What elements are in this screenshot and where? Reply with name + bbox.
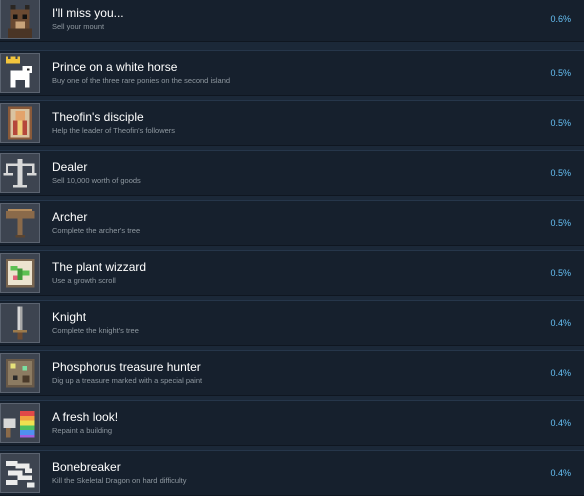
achievement-row[interactable]: Knight Complete the knight's tree 0.4%: [0, 300, 584, 346]
achievement-row[interactable]: Theofin's disciple Help the leader of Th…: [0, 100, 584, 146]
achievement-description: Sell your mount: [52, 22, 105, 31]
achievement-percent: 0.5%: [550, 118, 571, 128]
achievement-percent: 0.4%: [550, 368, 571, 378]
achievement-name: Knight: [52, 310, 87, 324]
achievement-name: A fresh look!: [52, 410, 119, 424]
paint-roller-icon: [0, 403, 40, 443]
achievement-description: Sell 10,000 worth of goods: [52, 176, 141, 185]
plant-scroll-icon: [0, 253, 40, 293]
achievement-row[interactable]: Bonebreaker Kill the Skeletal Dragon on …: [0, 450, 584, 496]
achievement-percent: 0.5%: [550, 218, 571, 228]
scales-icon: [0, 153, 40, 193]
achievement-percent: 0.5%: [550, 268, 571, 278]
achievement-description: Repaint a building: [52, 426, 113, 435]
achievement-percent: 0.4%: [550, 468, 571, 478]
achievement-name: Phosphorus treasure hunter: [52, 360, 201, 374]
achievement-name: Archer: [52, 210, 88, 224]
achievement-row[interactable]: Phosphorus treasure hunter Dig up a trea…: [0, 350, 584, 396]
achievement-name: Theofin's disciple: [52, 110, 144, 124]
crossbow-icon: [0, 203, 40, 243]
achievement-row[interactable]: Dealer Sell 10,000 worth of goods 0.5%: [0, 150, 584, 196]
achievement-row[interactable]: Prince on a white horse Buy one of the t…: [0, 50, 584, 96]
achievement-row[interactable]: Archer Complete the archer's tree 0.5%: [0, 200, 584, 246]
achievement-name: Bonebreaker: [52, 460, 121, 474]
achievement-description: Complete the knight's tree: [52, 326, 139, 335]
achievement-percent: 0.5%: [550, 168, 571, 178]
achievement-description: Complete the archer's tree: [52, 226, 141, 235]
achievement-name: The plant wizzard: [52, 260, 147, 274]
achievement-description: Buy one of the three rare ponies on the …: [52, 76, 231, 85]
achievement-row[interactable]: A fresh look! Repaint a building 0.4%: [0, 400, 584, 446]
horse-head-icon: [0, 0, 40, 39]
achievement-description: Dig up a treasure marked with a special …: [52, 376, 203, 385]
treasure-map-icon: [0, 353, 40, 393]
achievement-percent: 0.4%: [550, 418, 571, 428]
achievement-description: Help the leader of Theofin's followers: [52, 126, 176, 135]
portrait-icon: [0, 103, 40, 143]
achievement-percent: 0.5%: [550, 68, 571, 78]
white-horse-crown-icon: [0, 53, 40, 93]
dragon-bone-icon: [0, 453, 40, 493]
achievement-percent: 0.6%: [550, 14, 571, 24]
sword-icon: [0, 303, 40, 343]
achievement-name: I'll miss you...: [52, 6, 124, 20]
achievement-percent: 0.4%: [550, 318, 571, 328]
achievement-row[interactable]: The plant wizzard Use a growth scroll 0.…: [0, 250, 584, 296]
achievement-name: Dealer: [52, 160, 88, 174]
achievement-description: Use a growth scroll: [52, 276, 116, 285]
achievement-row[interactable]: I'll miss you... Sell your mount 0.6%: [0, 0, 584, 42]
achievement-name: Prince on a white horse: [52, 60, 178, 74]
achievement-description: Kill the Skeletal Dragon on hard difficu…: [52, 476, 187, 485]
